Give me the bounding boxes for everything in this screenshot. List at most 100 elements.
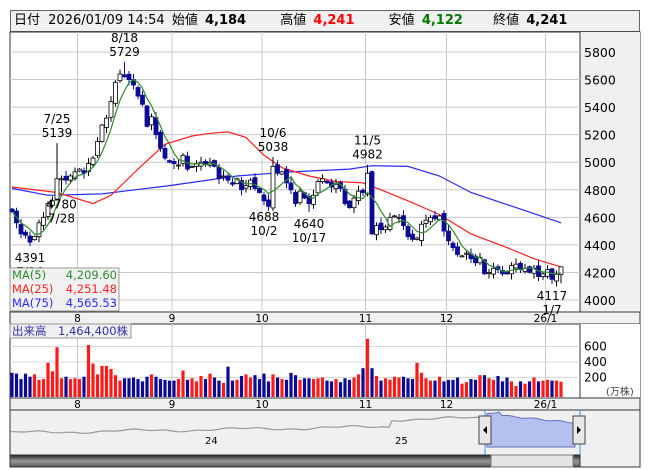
- volume-bar: [235, 379, 239, 397]
- candle-body: [257, 187, 262, 193]
- volume-bar: [50, 371, 55, 397]
- annotation-label: 5729: [109, 45, 140, 59]
- volume-bar: [23, 373, 28, 397]
- volume-bar: [46, 362, 50, 397]
- candle-body: [270, 165, 276, 209]
- price-tick-label: 5800: [584, 45, 616, 60]
- volume-bar: [554, 380, 559, 397]
- volume-bar: [136, 379, 140, 397]
- candle-body: [221, 175, 226, 178]
- price-tick-label: 4400: [584, 238, 616, 253]
- volume-bar: [181, 370, 185, 397]
- ma75-legend-label: MA(75): [12, 296, 53, 310]
- annotation-label: 5139: [42, 126, 73, 140]
- volume-bar: [505, 377, 509, 397]
- candle-body: [203, 160, 208, 164]
- volume-bar: [59, 378, 64, 397]
- month-label: 9: [169, 313, 176, 325]
- candle-body: [432, 215, 438, 220]
- annotation-label: 7/25: [44, 112, 71, 126]
- ma25-legend-label: MA(25): [12, 282, 53, 296]
- volume-bar: [478, 375, 482, 397]
- candle-body: [369, 171, 375, 235]
- month-label: 12: [440, 399, 453, 411]
- price-tick-label: 4200: [584, 265, 616, 280]
- price-tick-label: 4800: [584, 183, 616, 198]
- candle-body: [360, 189, 366, 193]
- volume-bar: [343, 378, 347, 397]
- candle-body: [320, 178, 325, 182]
- volume-bar: [104, 365, 109, 397]
- candle-body: [63, 175, 69, 181]
- volume-bar: [293, 375, 298, 397]
- month-label: 26/1: [534, 399, 558, 411]
- volume-bar: [217, 380, 221, 397]
- volume-bar: [379, 380, 383, 397]
- volume-bar: [86, 344, 91, 397]
- candle-body: [252, 177, 258, 189]
- candle-body: [149, 116, 154, 126]
- candle-body: [383, 226, 388, 231]
- month-label: 11: [359, 399, 372, 411]
- ma25-legend-value: 4,251.48: [66, 282, 117, 296]
- volume-bar: [536, 381, 541, 397]
- volume-bar: [230, 380, 235, 397]
- volume-bar: [122, 378, 127, 397]
- volume-bar: [172, 380, 176, 397]
- volume-bar: [527, 381, 532, 397]
- candle-body: [23, 231, 28, 236]
- candle-body: [104, 117, 109, 128]
- volume-bar: [347, 379, 352, 397]
- volume-bar: [523, 383, 527, 397]
- candle-body: [324, 180, 330, 184]
- candle-body: [333, 183, 339, 190]
- volume-bar: [244, 374, 248, 397]
- volume-bar: [338, 382, 343, 397]
- volume-bar: [500, 381, 505, 397]
- candle-body: [77, 168, 82, 172]
- annotation-label: 4688: [249, 210, 280, 224]
- volume-bar: [257, 379, 262, 397]
- volume-bar: [199, 375, 203, 397]
- navigator-scrollbar-thumb[interactable]: [490, 454, 574, 468]
- annotation-label: 4982: [352, 148, 383, 162]
- month-label: 9: [169, 399, 176, 411]
- navigator-year-label: 24: [205, 436, 218, 447]
- volume-bar: [518, 381, 523, 397]
- candle-body: [68, 175, 73, 181]
- candle-body: [135, 87, 141, 97]
- volume-bar: [118, 380, 122, 397]
- candle-body: [99, 124, 105, 142]
- volume-bar: [392, 376, 397, 397]
- volume-bar: [64, 376, 68, 397]
- candle-body: [378, 222, 384, 231]
- candle-body: [32, 236, 37, 241]
- volume-bar: [365, 338, 370, 397]
- volume-bar: [212, 377, 217, 397]
- candle-body: [216, 166, 222, 180]
- volume-bar: [41, 379, 46, 397]
- volume-bar: [194, 381, 199, 397]
- candle-body: [396, 216, 402, 219]
- volume-bar: [158, 379, 163, 397]
- volume-bar: [410, 379, 415, 397]
- volume-bar: [442, 381, 446, 397]
- annotation-label: 4780: [46, 198, 77, 212]
- annotation-label: 11/5: [354, 134, 381, 148]
- volume-bar: [437, 376, 442, 397]
- candle-body: [126, 73, 132, 80]
- candle: [144, 104, 150, 128]
- candle-body: [189, 165, 195, 168]
- month-label: 8: [74, 399, 81, 411]
- volume-bar: [334, 379, 338, 397]
- volume-bar: [316, 378, 320, 397]
- volume-bar: [145, 376, 149, 397]
- candle-body: [279, 171, 285, 175]
- ma5-legend-value: 4,209.60: [66, 268, 117, 282]
- candle: [158, 129, 163, 152]
- volume-bar: [73, 378, 77, 397]
- candle-body: [374, 225, 379, 236]
- volume-bar: [113, 375, 118, 397]
- candle-body: [113, 81, 118, 104]
- volume-bar: [91, 363, 95, 397]
